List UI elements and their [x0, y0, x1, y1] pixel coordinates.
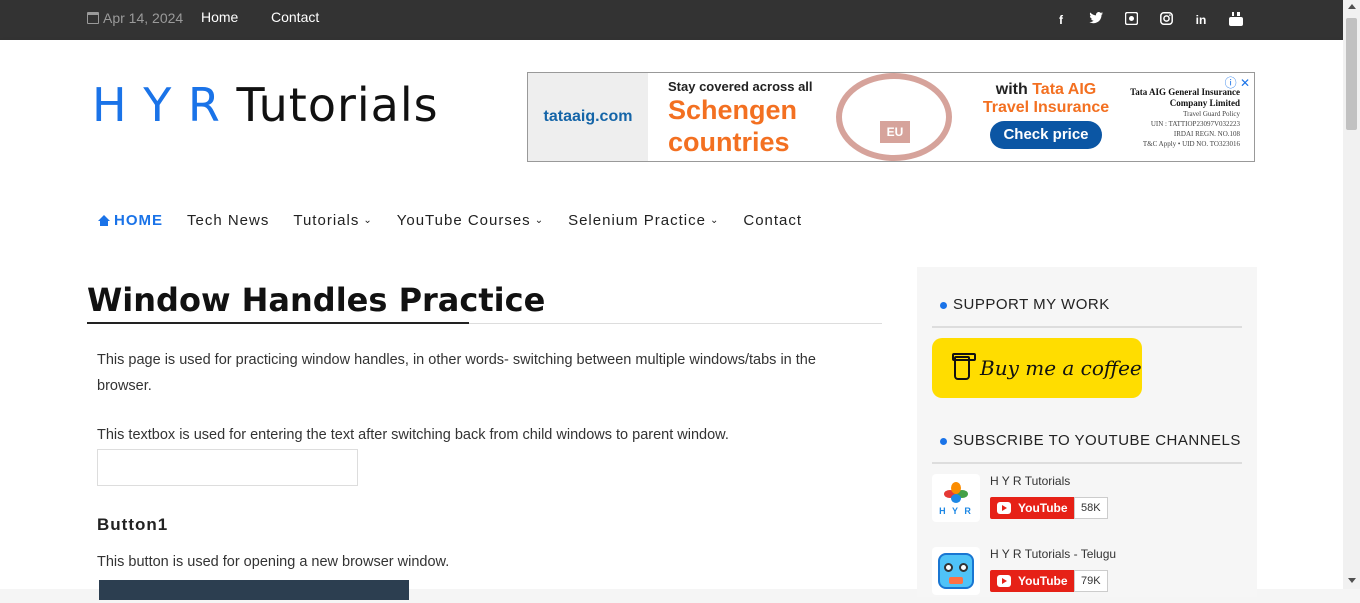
home-icon — [98, 215, 110, 226]
schengen-stamp-icon: EU — [836, 73, 952, 161]
sidebar: SUPPORT MY WORK Buy me a coffee SUBSCRIB… — [917, 267, 1257, 597]
coffee-label: Buy me a coffee — [980, 356, 1142, 380]
scrollbar-thumb[interactable] — [1346, 18, 1357, 130]
channel-avatar[interactable]: H Y R — [932, 474, 980, 522]
ad-brand: tataaig.com — [528, 73, 648, 161]
youtube-subscribe-button[interactable]: YouTube — [990, 497, 1076, 519]
youtube-icon[interactable] — [1228, 12, 1244, 28]
main-content: Window Handles Practice This page is use… — [0, 247, 1343, 600]
ad-product: Travel Insurance — [982, 99, 1110, 116]
top-bar: Apr 14, 2024 Home Contact f in — [0, 0, 1343, 40]
youtube-play-icon — [997, 575, 1011, 587]
chevron-down-icon: ⌄ — [363, 215, 373, 226]
advertisement-banner[interactable]: tataaig.com Stay covered across all Sche… — [527, 72, 1255, 162]
calendar-icon — [87, 12, 99, 24]
youtube-play-icon — [997, 502, 1011, 514]
chevron-down-icon: ⌄ — [709, 215, 720, 226]
ad-with-prefix: with — [995, 81, 1028, 98]
nav-youtube-courses[interactable]: YouTube Courses ⌄ — [397, 212, 544, 229]
date-display: Apr 14, 2024 — [87, 10, 183, 26]
subscribe-heading-text: SUBSCRIBE TO YOUTUBE CHANNELS — [953, 432, 1241, 449]
logo-hyr: H Y R — [92, 78, 221, 132]
button1-description: This button is used for opening a new br… — [97, 554, 450, 570]
bullet-icon — [940, 301, 947, 309]
channel-name[interactable]: H Y R Tutorials - Telugu — [990, 547, 1116, 561]
subscribe-heading: SUBSCRIBE TO YOUTUBE CHANNELS — [940, 432, 1241, 449]
ad-headline: Stay covered across all Schengen countri… — [668, 79, 838, 158]
ad-info-close-icon[interactable]: ⓘ ✕ — [1225, 74, 1250, 91]
ad-fine-4: T&C Apply • UID NO. TO323016 — [1142, 140, 1240, 148]
bullet-icon — [940, 437, 947, 445]
channel-avatar[interactable] — [932, 547, 980, 595]
nav-contact-label: Contact — [743, 212, 803, 229]
ad-check-price-button[interactable]: Check price — [990, 121, 1102, 149]
open-new-window-button[interactable] — [99, 580, 409, 600]
github-icon[interactable] — [1123, 11, 1139, 28]
vertical-scrollbar[interactable] — [1343, 0, 1360, 589]
scroll-up-icon[interactable] — [1348, 4, 1356, 9]
subscriber-count: 58K — [1074, 497, 1108, 519]
hyr-logo-icon — [944, 482, 968, 504]
support-heading: SUPPORT MY WORK — [940, 296, 1110, 313]
buy-me-a-coffee-button[interactable]: Buy me a coffee — [932, 338, 1142, 398]
chevron-down-icon: ⌄ — [534, 215, 545, 226]
ad-line3: countries — [668, 127, 790, 157]
nav-tutorials[interactable]: Tutorials ⌄ — [293, 212, 372, 229]
linkedin-icon[interactable]: in — [1193, 12, 1209, 28]
top-link-contact[interactable]: Contact — [271, 9, 319, 25]
channel-row: H Y R H Y R Tutorials YouTube 58K — [932, 474, 1242, 530]
coffee-cup-icon — [952, 353, 976, 380]
nav-home-label: HOME — [114, 212, 163, 229]
subscribe-divider — [932, 462, 1242, 464]
page-title: Window Handles Practice — [87, 281, 546, 319]
robot-icon — [938, 553, 974, 589]
social-links: f in — [1053, 11, 1244, 28]
nav-contact[interactable]: Contact — [743, 212, 802, 229]
ad-fine-print: Tata AIG General Insurance Company Limit… — [1128, 87, 1240, 149]
ad-brand-name: Tata AIG — [1032, 81, 1097, 98]
nav-tech-news-label: Tech News — [187, 212, 270, 229]
nav-selenium-practice-label: Selenium Practice — [568, 212, 706, 229]
ad-fine-3: IRDAI REGN. NO.108 — [1173, 130, 1240, 138]
date-text: Apr 14, 2024 — [103, 10, 184, 26]
facebook-icon[interactable]: f — [1053, 12, 1069, 28]
logo-tutorials: Tutorials — [236, 78, 439, 132]
ad-offer: with Tata AIG Travel Insurance Check pri… — [966, 81, 1126, 149]
title-underline — [87, 322, 469, 324]
support-divider — [932, 326, 1242, 328]
nav-selenium-practice[interactable]: Selenium Practice ⌄ — [568, 212, 719, 229]
ad-with-brand: with Tata AIG — [966, 81, 1126, 99]
nav-home[interactable]: HOME — [98, 212, 163, 229]
button1-heading: Button1 — [97, 515, 169, 534]
youtube-button-label: YouTube — [1018, 501, 1068, 515]
stamp-eu-label: EU — [880, 121, 910, 143]
support-heading-text: SUPPORT MY WORK — [953, 296, 1110, 313]
nav-tech-news[interactable]: Tech News — [187, 212, 269, 229]
channel-name[interactable]: H Y R Tutorials — [990, 474, 1070, 488]
intro-paragraph: This page is used for practicing window … — [97, 352, 816, 394]
nav-tutorials-label: Tutorials — [293, 212, 360, 229]
ad-fine-2: UIN : TATTIOP23097V032223 — [1150, 120, 1240, 128]
ad-line2: Schengen — [668, 95, 798, 125]
site-logo[interactable]: H Y R Tutorials — [92, 78, 439, 132]
avatar-label: H Y R — [939, 506, 973, 516]
youtube-button-label: YouTube — [1018, 574, 1068, 588]
ad-line1: Stay covered across all — [668, 79, 813, 94]
main-nav: HOME Tech News Tutorials ⌄ YouTube Cours… — [98, 212, 826, 229]
site-header: H Y R Tutorials tataaig.com Stay covered… — [0, 40, 1343, 247]
ad-fine-1: Travel Guard Policy — [1183, 110, 1240, 118]
top-link-home[interactable]: Home — [201, 9, 238, 25]
ad-fine-title: Tata AIG General Insurance Company Limit… — [1130, 87, 1240, 108]
nav-youtube-courses-label: YouTube Courses — [396, 212, 531, 229]
twitter-icon[interactable] — [1088, 12, 1104, 28]
parent-window-textbox[interactable] — [97, 449, 358, 486]
scroll-down-icon[interactable] — [1348, 578, 1356, 583]
textbox-description: This textbox is used for entering the te… — [97, 427, 729, 443]
instagram-icon[interactable] — [1158, 12, 1174, 28]
channel-row: H Y R Tutorials - Telugu YouTube 79K — [932, 547, 1242, 603]
